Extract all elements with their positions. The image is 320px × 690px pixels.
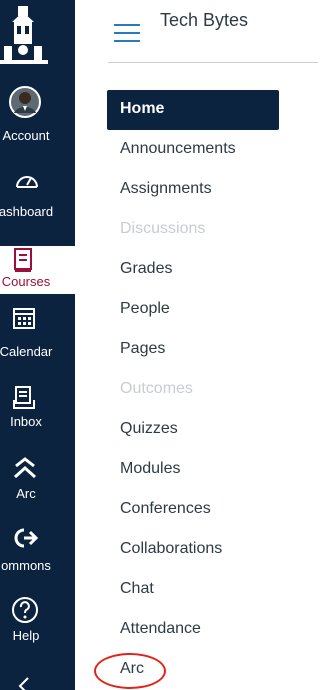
collapse-nav-icon[interactable]: [14, 676, 34, 690]
institution-logo[interactable]: [0, 0, 60, 70]
course-nav-pages[interactable]: Pages: [107, 330, 279, 370]
nav-commons-label: ommons: [1, 558, 51, 573]
course-title[interactable]: Tech Bytes: [160, 10, 248, 31]
nav-courses-label: Courses: [1, 274, 51, 289]
annotation-circle: [94, 653, 166, 689]
nav-account[interactable]: Account: [0, 84, 75, 154]
course-nav-discussions[interactable]: Discussions: [107, 210, 279, 250]
course-nav: Home Announcements Assignments Discussio…: [94, 90, 279, 690]
course-nav-modules[interactable]: Modules: [107, 450, 279, 490]
course-nav-grades[interactable]: Grades: [107, 250, 279, 290]
nav-help-label: Help: [12, 628, 40, 643]
course-nav-quizzes[interactable]: Quizzes: [107, 410, 279, 450]
nav-help[interactable]: Help: [0, 594, 75, 664]
dashboard-icon: [16, 176, 38, 188]
nav-inbox[interactable]: Inbox: [0, 384, 75, 454]
header-divider: [108, 62, 318, 63]
course-nav-assignments[interactable]: Assignments: [107, 170, 279, 210]
course-nav-home[interactable]: Home: [107, 90, 279, 130]
nav-arc[interactable]: Arc: [0, 454, 75, 524]
inbox-icon: [13, 386, 35, 409]
course-nav-outcomes[interactable]: Outcomes: [107, 370, 279, 410]
nav-inbox-label: Inbox: [10, 414, 42, 429]
nav-calendar-label: Calendar: [0, 344, 53, 359]
course-nav-people[interactable]: People: [107, 290, 279, 330]
course-nav-arc[interactable]: Arc: [94, 650, 279, 690]
nav-commons[interactable]: ommons: [0, 524, 75, 594]
global-nav: Account ashboard Courses Calendar Inbox …: [0, 0, 75, 690]
calendar-icon: [13, 308, 35, 329]
course-nav-collaborations[interactable]: Collaborations: [107, 530, 279, 570]
arc-icon: [13, 457, 37, 479]
courses-icon: [14, 248, 32, 272]
course-nav-conferences[interactable]: Conferences: [107, 490, 279, 530]
nav-courses[interactable]: Courses: [0, 246, 75, 294]
nav-account-label: Account: [2, 128, 50, 143]
nav-dashboard[interactable]: ashboard: [0, 166, 75, 236]
nav-dashboard-label: ashboard: [0, 204, 54, 219]
nav-arc-label: Arc: [16, 486, 36, 501]
nav-calendar[interactable]: Calendar: [0, 304, 75, 374]
avatar: [9, 86, 41, 118]
course-menu-toggle[interactable]: [114, 24, 140, 44]
course-nav-chat[interactable]: Chat: [107, 570, 279, 610]
commons-icon: [14, 528, 38, 548]
help-icon: [12, 597, 38, 623]
course-nav-attendance[interactable]: Attendance: [107, 610, 279, 650]
course-nav-announcements[interactable]: Announcements: [107, 130, 279, 170]
